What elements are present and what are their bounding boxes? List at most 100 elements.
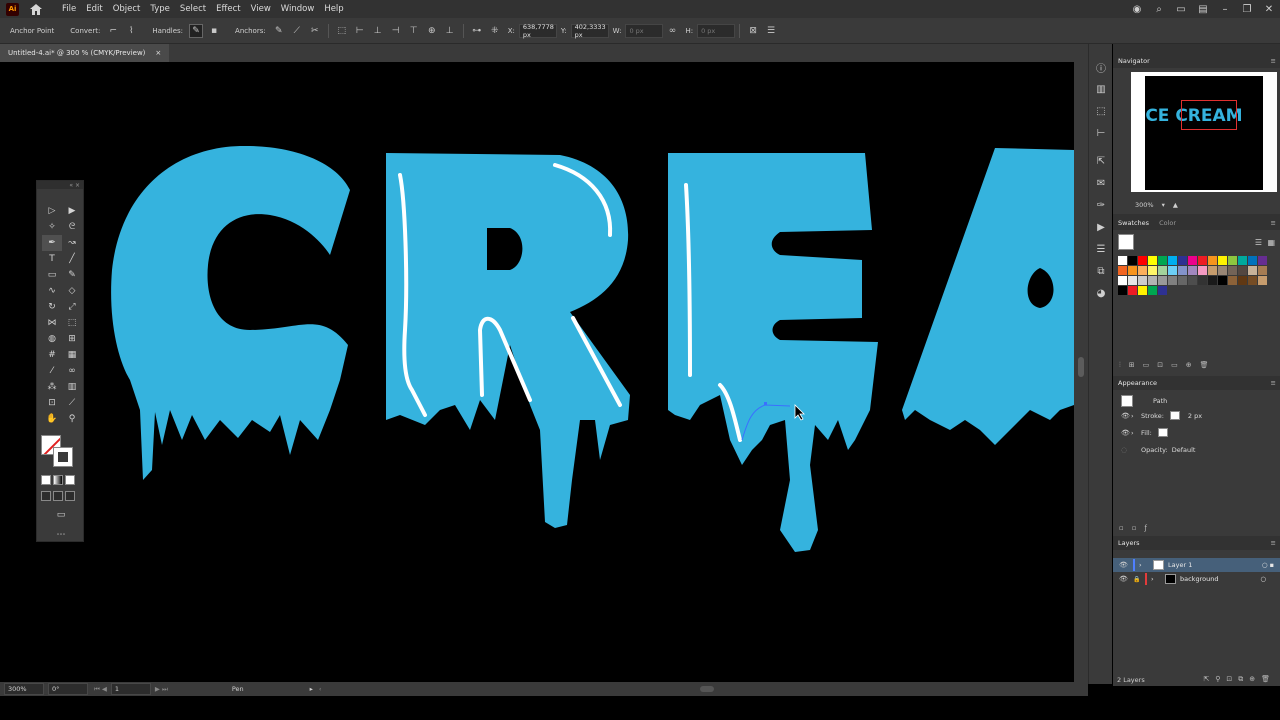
color-swatch[interactable]	[1128, 266, 1137, 275]
convert-corner-icon[interactable]: ⌐	[106, 24, 120, 38]
connect-anchor-icon[interactable]: ⟋	[290, 24, 304, 38]
color-swatch[interactable]	[1158, 276, 1167, 285]
color-swatch[interactable]	[1238, 256, 1247, 265]
slice-tool-icon[interactable]: ⟋	[62, 395, 82, 411]
layer-row[interactable]: 👁 › Layer 1 ○ ▪	[1113, 558, 1280, 572]
fill-row[interactable]: 👁 › Fill:	[1113, 424, 1280, 441]
color-swatch[interactable]	[1218, 256, 1227, 265]
align-middle-icon[interactable]: ⊕	[425, 24, 439, 38]
swatch-actions-icon[interactable]: ⫶⊞▭⊡▭⊕🗑	[1119, 361, 1216, 370]
curvature-tool-icon[interactable]: ↝	[62, 235, 82, 251]
color-swatch[interactable]	[1248, 266, 1257, 275]
opacity-value[interactable]: Default	[1172, 446, 1196, 454]
gradient-panel-icon[interactable]: ▥	[1089, 78, 1113, 100]
eye-icon[interactable]: ◌	[1121, 446, 1131, 454]
isolate-icon[interactable]: ⊠	[746, 24, 760, 38]
color-swatch[interactable]	[1138, 256, 1147, 265]
direct-selection-tool-icon[interactable]: ▶	[62, 203, 82, 219]
artboard-field[interactable]: 1	[110, 683, 151, 695]
opacity-row[interactable]: ◌ Opacity: Default	[1113, 441, 1280, 458]
color-swatch[interactable]	[1208, 266, 1217, 275]
layers-actions-icon[interactable]: ⇱⚲⊡⧉⊕🗑	[1203, 675, 1276, 684]
color-swatch[interactable]	[1228, 256, 1237, 265]
menu-window[interactable]: Window	[276, 4, 320, 14]
column-graph-tool-icon[interactable]: ▥	[62, 379, 82, 395]
rectangle-tool-icon[interactable]: ▭	[42, 267, 62, 283]
eye-icon[interactable]: 👁	[1121, 429, 1131, 437]
color-swatch[interactable]	[1238, 276, 1247, 285]
zoom-field[interactable]: 300%	[4, 683, 44, 695]
tools-grip[interactable]: « ×	[37, 181, 83, 189]
arrange-icon[interactable]: ▤	[1192, 0, 1214, 18]
eye-icon[interactable]: 👁	[1119, 561, 1129, 569]
color-swatch[interactable]	[1258, 276, 1267, 285]
expand-icon[interactable]: ›	[1131, 412, 1141, 420]
color-mode-icon[interactable]	[41, 475, 51, 485]
expand-icon[interactable]: ›	[1151, 575, 1161, 583]
navigator-thumbnail[interactable]: ICE CREAM	[1131, 72, 1277, 192]
color-swatch[interactable]	[1228, 266, 1237, 275]
color-swatch[interactable]	[1208, 276, 1217, 285]
target-icon[interactable]: ○	[1260, 575, 1266, 583]
eye-icon[interactable]: 👁	[1119, 575, 1129, 583]
color-swatch[interactable]	[1138, 276, 1147, 285]
color-swatch[interactable]	[1198, 266, 1207, 275]
blend-tool-icon[interactable]: ∞	[62, 363, 82, 379]
panel-menu-icon[interactable]: ≡	[1271, 57, 1276, 65]
panel-menu-icon[interactable]: ≡	[1271, 219, 1276, 227]
magic-wand-tool-icon[interactable]: ✧	[42, 219, 62, 235]
stroke-row[interactable]: 👁 › Stroke: 2 px	[1113, 407, 1280, 424]
shape-builder-tool-icon[interactable]: ◍	[42, 331, 62, 347]
convert-smooth-icon[interactable]: ⌇	[124, 24, 138, 38]
zoom-tool-icon[interactable]: ⚲	[62, 411, 82, 427]
color-swatch[interactable]	[1128, 286, 1137, 295]
shaper-tool-icon[interactable]: ∿	[42, 283, 62, 299]
menu-object[interactable]: Object	[108, 4, 146, 14]
draw-behind-icon[interactable]	[53, 491, 63, 501]
color-swatch[interactable]	[1138, 266, 1147, 275]
navigator-zoom[interactable]: 300%	[1135, 201, 1154, 209]
menu-type[interactable]: Type	[145, 4, 175, 14]
color-swatch[interactable]	[1198, 256, 1207, 265]
menu-help[interactable]: Help	[319, 4, 348, 14]
color-swatch[interactable]	[1148, 286, 1157, 295]
symbol-sprayer-tool-icon[interactable]: ⁂	[42, 379, 62, 395]
selection-tool-icon[interactable]: ▷	[42, 203, 62, 219]
hscroll-thumb[interactable]	[700, 686, 714, 692]
stroke-swatch-small[interactable]	[1169, 411, 1180, 420]
color-swatch[interactable]	[1148, 276, 1157, 285]
appearance-actions-icon[interactable]: ▫▫ƒ	[1119, 524, 1155, 532]
artboard-tool-icon[interactable]: ⊡	[42, 395, 62, 411]
more-tools-icon[interactable]: ⋯	[51, 527, 71, 543]
color-swatch[interactable]	[1168, 256, 1177, 265]
list-view-icon[interactable]: ☰	[1255, 238, 1262, 247]
color-swatch[interactable]	[1248, 256, 1257, 265]
menu-effect[interactable]: Effect	[211, 4, 245, 14]
panel-menu-icon[interactable]: ≡	[1271, 379, 1276, 387]
navigator-view-box[interactable]	[1181, 100, 1237, 130]
menu-view[interactable]: View	[246, 4, 276, 14]
stroke-value[interactable]: 2 px	[1188, 412, 1202, 420]
graphic-styles-icon[interactable]: ◕	[1089, 282, 1113, 304]
reference-point-icon[interactable]: ⁜	[488, 24, 502, 38]
artboard-canvas[interactable]	[0, 62, 1074, 682]
color-swatch[interactable]	[1158, 286, 1167, 295]
actions-icon[interactable]: ▶	[1089, 216, 1113, 238]
color-swatch[interactable]	[1248, 276, 1257, 285]
expand-icon[interactable]: ›	[1131, 429, 1141, 437]
w-field[interactable]: 0 px	[625, 23, 664, 38]
search-icon[interactable]: ⌕	[1148, 0, 1170, 18]
zoom-out-icon[interactable]: ▾	[1162, 201, 1165, 209]
color-swatch[interactable]	[1198, 276, 1207, 285]
rotation-field[interactable]: 0°	[48, 683, 88, 695]
target-icon[interactable]: ○ ▪	[1262, 561, 1274, 569]
layer-row[interactable]: 👁 🔒 › background ○	[1113, 572, 1280, 586]
color-swatch[interactable]	[1188, 256, 1197, 265]
y-field[interactable]: 402,3333 px	[570, 23, 609, 39]
eye-icon[interactable]: 👁	[1121, 412, 1131, 420]
color-swatch[interactable]	[1168, 276, 1177, 285]
color-swatch[interactable]	[1218, 266, 1227, 275]
pathfinder-icon[interactable]: ⧉	[1089, 260, 1113, 282]
color-swatch[interactable]	[1118, 276, 1127, 285]
hscroll-left-icon[interactable]: ‹	[319, 685, 322, 693]
